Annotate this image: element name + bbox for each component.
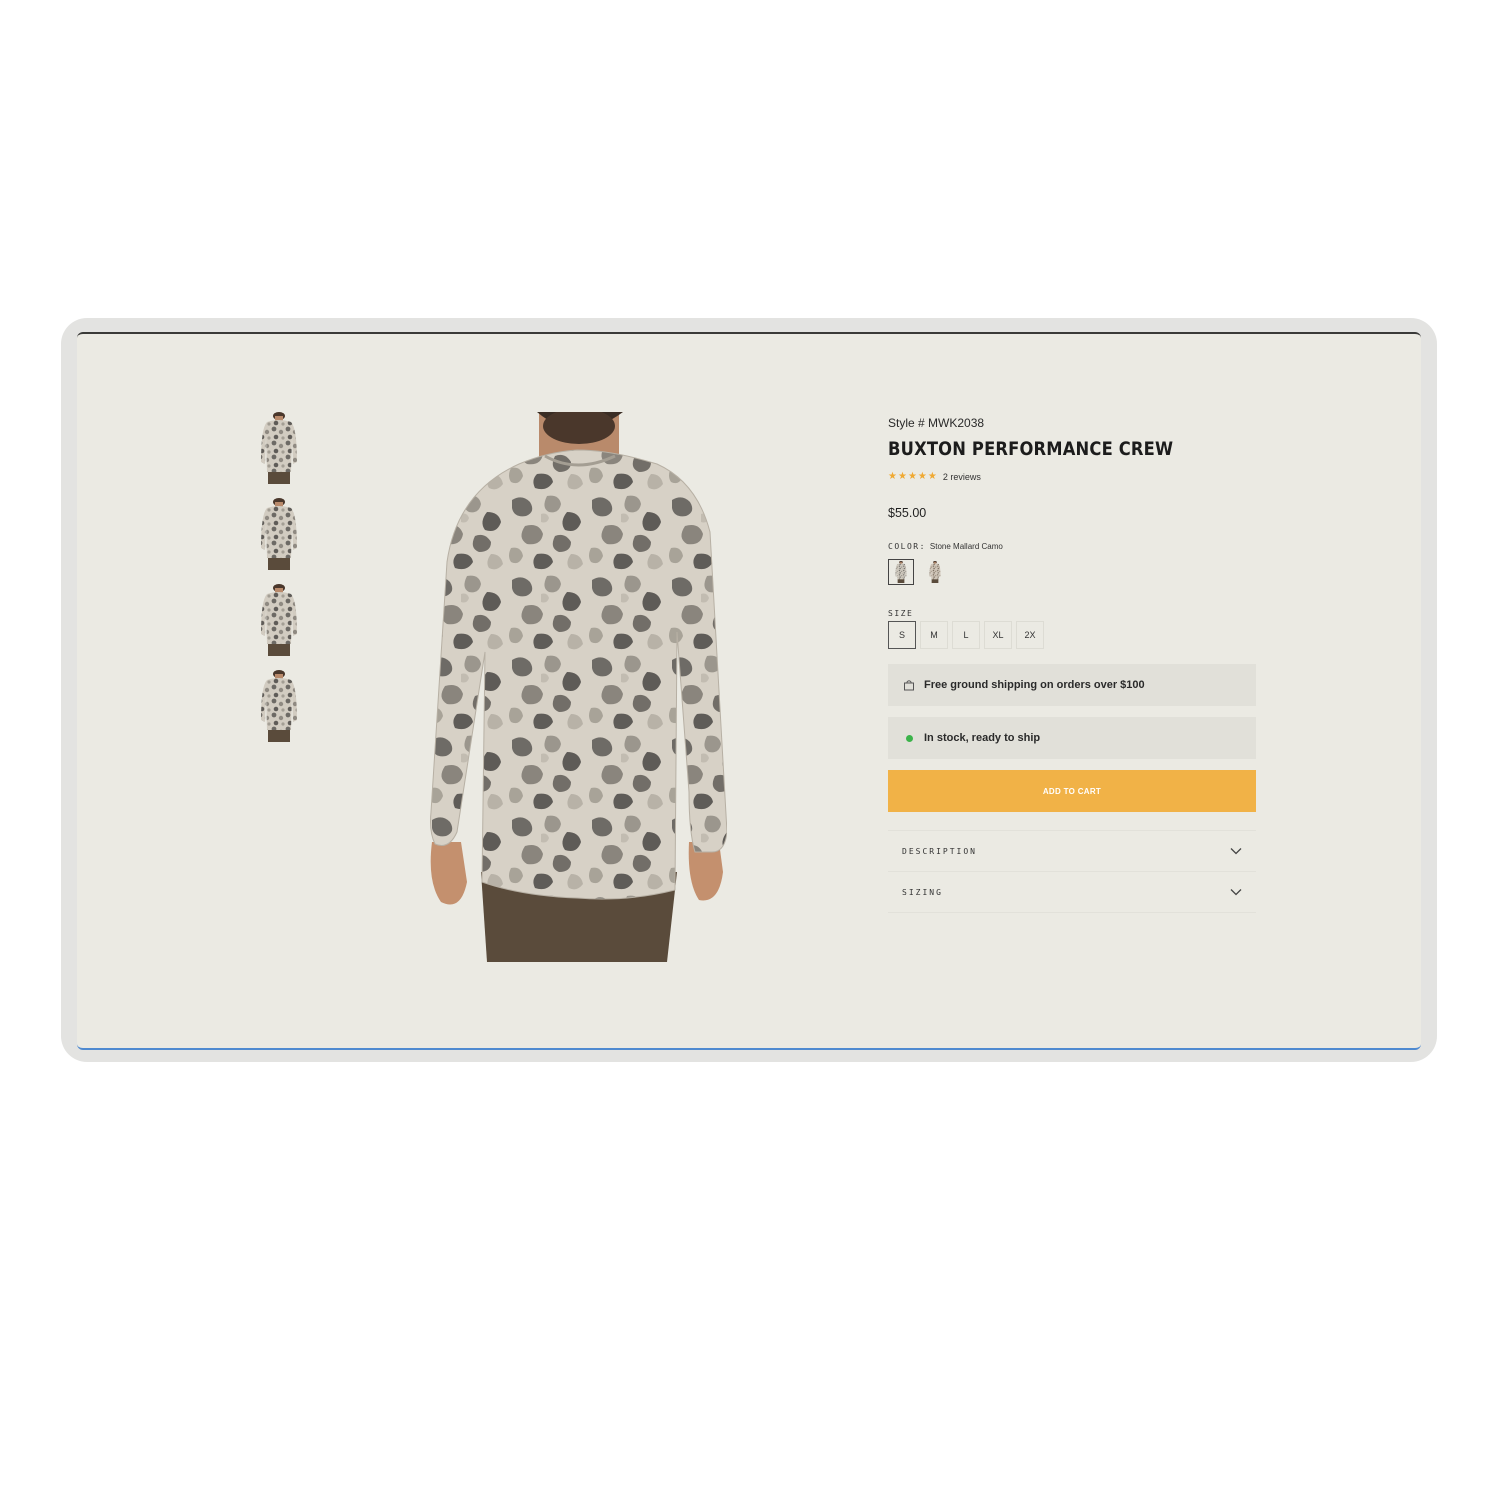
style-number: Style # MWK2038: [888, 416, 985, 430]
shopping-bag-icon: [903, 679, 915, 691]
star-icon: ★: [927, 471, 937, 482]
in-stock-dot-icon: [903, 732, 915, 744]
thumbnail-4[interactable]: [257, 670, 301, 742]
size-label-row: SIZE: [888, 603, 1256, 618]
add-to-cart-button[interactable]: ADD TO CART: [888, 770, 1256, 812]
size-option-s[interactable]: S: [888, 621, 916, 649]
thumbnail-1[interactable]: [257, 412, 301, 484]
product-title: BUXTON PERFORMANCE CREW: [888, 438, 1174, 460]
accordion-description[interactable]: DESCRIPTION: [888, 831, 1256, 872]
accordion-sizing-label: SIZING: [902, 887, 943, 897]
shipping-notice: Free ground shipping on orders over $100: [888, 664, 1256, 706]
size-option-2x[interactable]: 2X: [1016, 621, 1044, 649]
product-page: Style # MWK2038 BUXTON PERFORMANCE CREW …: [77, 332, 1421, 1050]
color-swatch-alternate[interactable]: [922, 559, 948, 585]
size-options: S M L XL 2X: [888, 621, 1256, 649]
thumbnail-gallery: [257, 412, 301, 756]
accordion-sizing[interactable]: SIZING: [888, 872, 1256, 913]
stock-notice: In stock, ready to ship: [888, 717, 1256, 759]
shipping-text: Free ground shipping on orders over $100: [924, 679, 1145, 691]
product-accordion: DESCRIPTION SIZING: [888, 830, 1256, 913]
product-info: Style # MWK2038 BUXTON PERFORMANCE CREW …: [888, 416, 1256, 913]
main-product-image: [427, 412, 727, 962]
star-icon: ★: [897, 471, 907, 482]
accordion-description-label: DESCRIPTION: [902, 846, 977, 856]
product-price: $55.00: [888, 506, 927, 520]
size-option-l[interactable]: L: [952, 621, 980, 649]
thumbnail-3[interactable]: [257, 584, 301, 656]
star-icon: ★: [907, 471, 917, 482]
reviews-link[interactable]: 2 reviews: [943, 472, 981, 482]
chevron-down-icon: [1230, 842, 1242, 860]
color-label: COLOR:: [888, 542, 926, 551]
color-row: COLOR: Stone Mallard Camo: [888, 542, 1256, 551]
size-label: SIZE: [888, 609, 914, 618]
rating: ★ ★ ★ ★ ★ 2 reviews: [888, 470, 1256, 484]
star-icon: ★: [917, 471, 927, 482]
stock-text: In stock, ready to ship: [924, 732, 1041, 744]
size-option-m[interactable]: M: [920, 621, 948, 649]
color-swatch-stone-mallard-camo[interactable]: [888, 559, 914, 585]
chevron-down-icon: [1230, 883, 1242, 901]
rating-stars: ★ ★ ★ ★ ★: [888, 472, 937, 482]
thumbnail-2[interactable]: [257, 498, 301, 570]
selected-color: Stone Mallard Camo: [929, 542, 1003, 551]
star-icon: ★: [888, 471, 897, 482]
size-option-xl[interactable]: XL: [984, 621, 1012, 649]
color-swatches: [888, 559, 1256, 585]
